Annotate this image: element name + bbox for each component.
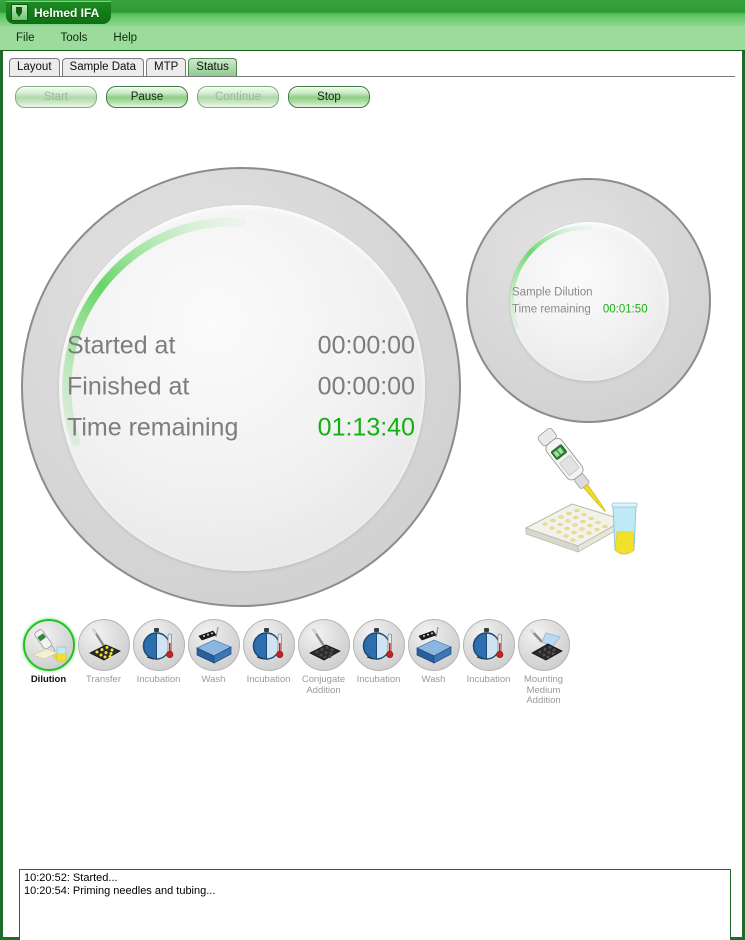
- step-label: Dilution: [30, 674, 67, 685]
- time-remaining-value: 01:13:40: [317, 413, 415, 442]
- sub-dial-title-row: Sample Dilution: [512, 286, 709, 298]
- step-conjugate-addition[interactable]: Conjugate Addition: [296, 619, 351, 707]
- step-label: Mounting Medium Addition: [523, 674, 564, 706]
- step-label: Transfer: [85, 674, 122, 685]
- sub-dial-time-value: 00:01:50: [602, 303, 648, 315]
- time-remaining-label: Time remaining: [67, 413, 239, 442]
- step-incubation-2[interactable]: Incubation: [241, 619, 296, 707]
- step-label: Wash: [201, 674, 226, 685]
- started-at-value: 00:00:00: [317, 331, 415, 360]
- tab-mtp[interactable]: MTP: [146, 58, 187, 76]
- tab-sample-data[interactable]: Sample Data: [61, 58, 145, 76]
- sub-dial-time-row: Time remaining 00:01:50: [512, 303, 709, 315]
- wash-icon: [407, 619, 460, 671]
- window-title-tab: Helmed IFA: [6, 1, 112, 24]
- menu-item-help[interactable]: Help: [103, 30, 147, 46]
- menu-item-file[interactable]: File: [6, 30, 45, 46]
- stop-button[interactable]: Stop: [288, 86, 370, 108]
- menu-item-tools[interactable]: Tools: [51, 30, 98, 46]
- conjugate-addition-icon: [297, 619, 350, 671]
- step-wash-1[interactable]: Wash: [186, 619, 241, 707]
- vest-icon: [11, 4, 28, 21]
- step-wash-2[interactable]: Wash: [406, 619, 461, 707]
- wash-icon: [187, 619, 240, 671]
- tab-underline: [9, 76, 735, 77]
- started-at-row: Started at 00:00:00: [67, 332, 415, 361]
- window-title: Helmed IFA: [34, 5, 100, 20]
- step-progress-rows: Sample Dilution Time remaining 00:01:50: [468, 286, 709, 315]
- step-dilution[interactable]: Dilution: [21, 619, 76, 707]
- mounting-medium-addition-icon: [517, 619, 570, 671]
- step-label: Incubation: [246, 674, 291, 685]
- log-line: 10:20:52: Started...: [24, 872, 118, 884]
- log-line: 10:20:54: Priming needles and tubing...: [24, 885, 216, 897]
- step-incubation-3[interactable]: Incubation: [351, 619, 406, 707]
- menu-bar: File Tools Help: [0, 26, 745, 51]
- step-label: Incubation: [356, 674, 401, 685]
- run-progress-rows: Started at 00:00:00 Finished at 00:00:00…: [23, 332, 459, 443]
- dilution-icon: [22, 619, 75, 671]
- step-label: Incubation: [466, 674, 511, 685]
- pipette-microplate-tube-illustration: [524, 427, 638, 555]
- started-at-label: Started at: [67, 331, 176, 360]
- status-log-panel[interactable]: 10:20:52: Started... 10:20:54: Priming n…: [19, 869, 731, 940]
- incubation-icon: [132, 619, 185, 671]
- microplate-graphic: [524, 503, 626, 553]
- step-label: Conjugate Addition: [301, 674, 346, 696]
- step-incubation-4[interactable]: Incubation: [461, 619, 516, 707]
- start-button[interactable]: Start: [15, 86, 97, 108]
- tab-layout[interactable]: Layout: [9, 58, 60, 76]
- test-tube-graphic: [611, 502, 638, 555]
- step-mounting-medium-addition[interactable]: Mounting Medium Addition: [516, 619, 571, 707]
- step-progress-dial: Sample Dilution Time remaining 00:01:50: [466, 178, 711, 423]
- finished-at-row: Finished at 00:00:00: [67, 373, 415, 402]
- incubation-icon: [352, 619, 405, 671]
- transfer-icon: [77, 619, 130, 671]
- incubation-icon: [462, 619, 515, 671]
- finished-at-value: 00:00:00: [317, 372, 415, 401]
- step-label: Incubation: [136, 674, 181, 685]
- time-remaining-row: Time remaining 01:13:40: [67, 414, 415, 443]
- run-control-toolbar: Start Pause Continue Stop: [15, 86, 370, 108]
- incubation-icon: [242, 619, 295, 671]
- protocol-step-strip: Dilution Transfer Incubation Wash Incuba…: [21, 619, 571, 707]
- title-bar: Helmed IFA: [0, 0, 745, 26]
- pipette-graphic: [537, 427, 606, 512]
- tab-strip: Layout Sample Data MTP Status: [9, 58, 239, 76]
- sub-dial-time-label: Time remaining: [512, 303, 591, 315]
- run-progress-dial: Started at 00:00:00 Finished at 00:00:00…: [21, 167, 461, 607]
- step-incubation-1[interactable]: Incubation: [131, 619, 186, 707]
- sub-dial-title: Sample Dilution: [512, 286, 593, 298]
- client-area: Layout Sample Data MTP Status Start Paus…: [0, 51, 745, 940]
- application-window: Helmed IFA File Tools Help Layout Sample…: [0, 0, 745, 940]
- step-transfer[interactable]: Transfer: [76, 619, 131, 707]
- step-label: Wash: [421, 674, 446, 685]
- continue-button[interactable]: Continue: [197, 86, 279, 108]
- pause-button[interactable]: Pause: [106, 86, 188, 108]
- tab-status[interactable]: Status: [188, 58, 237, 76]
- finished-at-label: Finished at: [67, 372, 190, 401]
